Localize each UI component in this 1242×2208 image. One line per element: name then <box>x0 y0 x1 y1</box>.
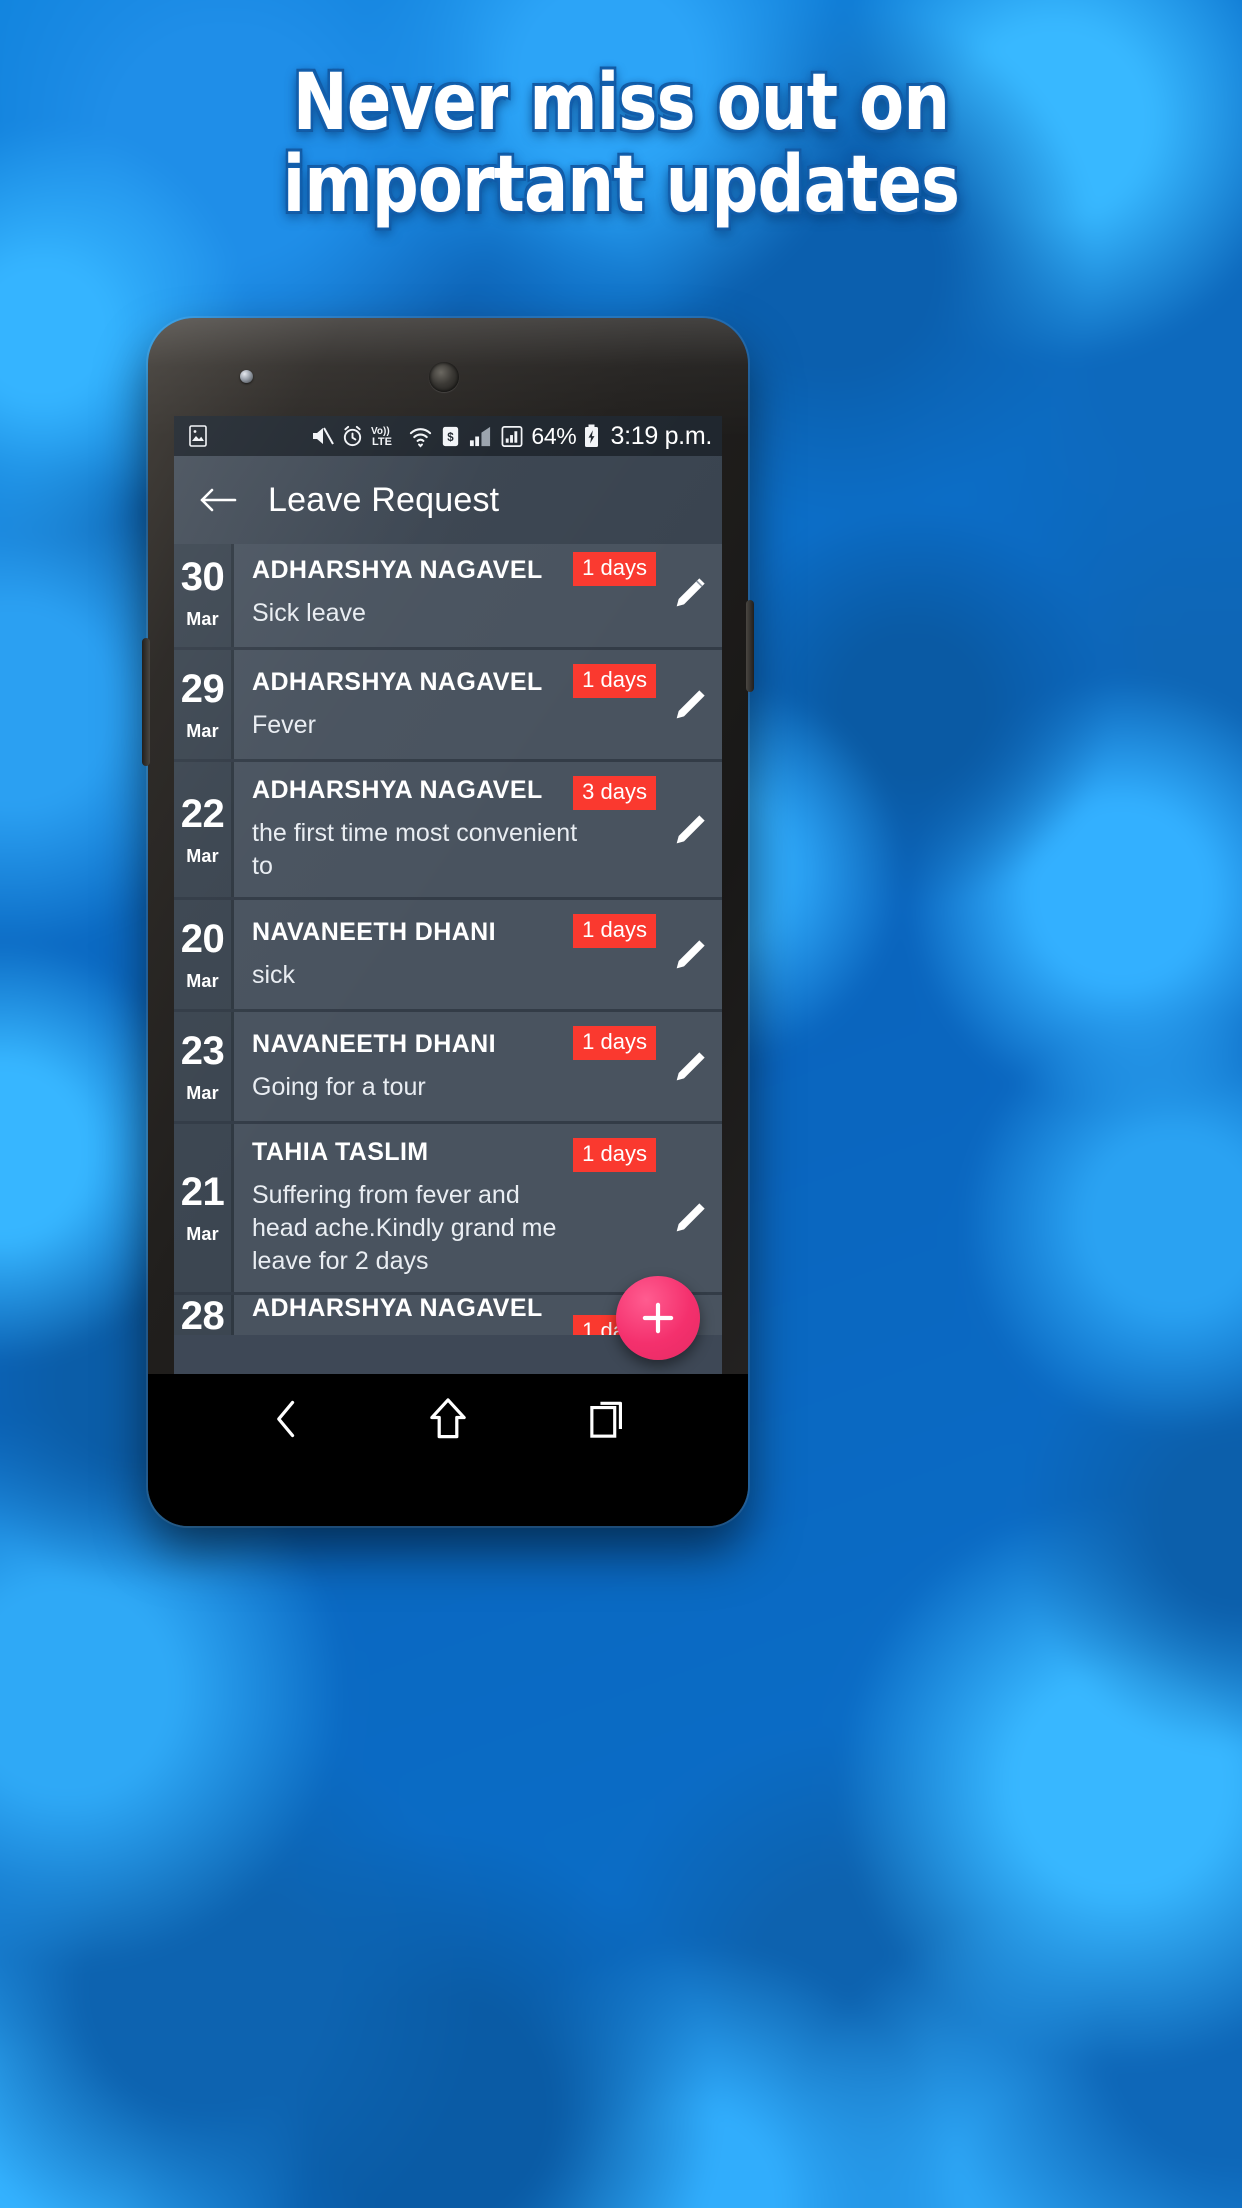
row-body: TAHIA TASLIM 1 days Suffering from fever… <box>234 1124 722 1292</box>
volume-button[interactable] <box>142 638 150 766</box>
leave-reason: Going for a tour <box>252 1072 426 1101</box>
row-day: 29 <box>180 666 225 711</box>
status-bar-notifications <box>186 424 210 448</box>
edit-pencil-icon[interactable] <box>670 573 710 613</box>
table-row[interactable]: 20 Mar NAVANEETH DHANI 1 days sick <box>174 900 722 1012</box>
row-body: ADHARSHYA NAGAVEL 1 days Sick leave <box>234 544 722 647</box>
table-row[interactable]: 30 Mar ADHARSHYA NAGAVEL 1 days Sick lea… <box>174 544 722 650</box>
back-nav-icon[interactable] <box>252 1384 322 1454</box>
leave-reason: Suffering from fever and head ache.Kindl… <box>252 1181 557 1275</box>
home-nav-icon[interactable] <box>413 1384 483 1454</box>
row-date: 21 Mar <box>174 1124 234 1292</box>
employee-name: ADHARSHYA NAGAVEL <box>252 776 543 804</box>
employee-name: TAHIA TASLIM <box>252 1138 429 1166</box>
row-day: 20 <box>180 916 225 961</box>
employee-name: ADHARSHYA NAGAVEL <box>252 1295 543 1322</box>
recents-nav-icon[interactable] <box>574 1384 644 1454</box>
status-badge: 1 days <box>573 914 656 948</box>
table-row[interactable]: 22 Mar ADHARSHYA NAGAVEL 3 days the firs… <box>174 762 722 900</box>
row-month: Mar <box>186 970 219 991</box>
edit-pencil-icon[interactable] <box>670 1047 710 1087</box>
volte-icon: Vo)) LTE <box>371 424 401 448</box>
promo-headline-line-1: Never miss out on <box>292 58 950 148</box>
wifi-icon <box>408 425 433 448</box>
back-arrow-icon[interactable] <box>196 478 240 522</box>
power-button[interactable] <box>746 600 754 692</box>
status-badge: 1 days <box>573 1138 656 1172</box>
edit-pencil-icon[interactable] <box>670 935 710 975</box>
promo-headline-line-2: important updates <box>282 140 960 230</box>
page-title: Leave Request <box>268 480 500 519</box>
row-month: Mar <box>186 1224 219 1244</box>
leave-reason: Sick leave <box>252 598 366 627</box>
leave-reason: Fever <box>252 710 316 739</box>
edit-pencil-icon[interactable] <box>670 810 710 850</box>
edit-pencil-icon[interactable] <box>670 1198 710 1238</box>
employee-name: NAVANEETH DHANI <box>252 917 496 946</box>
row-month: Mar <box>186 845 219 866</box>
front-camera-icon <box>429 362 459 392</box>
app-bar: Leave Request <box>174 456 722 544</box>
row-month: Mar <box>186 720 219 741</box>
status-bar-system-icons: Vo)) LTE $ 64% 3:19 p.m. <box>310 422 712 451</box>
status-badge: 1 days <box>573 1026 656 1060</box>
plus-icon <box>642 1302 674 1334</box>
phone-body: Vo)) LTE $ 64% 3:19 p.m. Leave Request 3… <box>148 318 748 1526</box>
row-date: 23 Mar <box>174 1012 234 1121</box>
svg-text:$: $ <box>448 431 455 443</box>
list-scroll-container[interactable]: Mar 30 Mar ADHARSHYA NAGAVEL <box>174 544 722 1335</box>
table-row[interactable]: 29 Mar ADHARSHYA NAGAVEL 1 days Fever <box>174 650 722 762</box>
svg-text:LTE: LTE <box>372 436 392 448</box>
table-row[interactable]: 23 Mar NAVANEETH DHANI 1 days Going for … <box>174 1012 722 1124</box>
row-date: 22 Mar <box>174 762 234 897</box>
row-body: NAVANEETH DHANI 1 days sick <box>234 900 722 1009</box>
mute-icon <box>310 425 335 447</box>
alarm-icon <box>341 425 364 448</box>
signal-2-icon <box>500 425 524 448</box>
proximity-sensor-icon <box>240 370 253 383</box>
phone-screen: Vo)) LTE $ 64% 3:19 p.m. Leave Request 3… <box>174 416 722 1374</box>
row-day: 23 <box>180 1028 225 1073</box>
battery-charging-icon <box>583 424 600 448</box>
battery-percent-label: 64% <box>531 422 577 449</box>
leave-reason: the first time most convenient to <box>252 819 578 880</box>
row-date: 30 Mar <box>174 544 234 647</box>
employee-name: ADHARSHYA NAGAVEL <box>252 667 543 696</box>
row-day: 22 <box>180 791 225 836</box>
employee-name: NAVANEETH DHANI <box>252 1029 496 1058</box>
row-date: 28 <box>174 1295 234 1335</box>
row-day: 21 <box>180 1170 225 1214</box>
promo-headline: Never miss out on important updates <box>0 62 1242 226</box>
table-row[interactable]: 21 Mar TAHIA TASLIM 1 days Suffering fro… <box>174 1124 722 1295</box>
status-badge: 1 days <box>573 552 656 586</box>
row-body: NAVANEETH DHANI 1 days Going for a tour <box>234 1012 722 1121</box>
add-leave-request-fab[interactable] <box>616 1276 700 1360</box>
row-date: 29 Mar <box>174 650 234 759</box>
status-badge: 3 days <box>573 776 656 810</box>
row-body: ADHARSHYA NAGAVEL 1 days Fever <box>234 650 722 759</box>
row-month: Mar <box>186 608 219 629</box>
row-month: Mar <box>186 1082 219 1103</box>
row-day: 28 <box>180 1295 225 1335</box>
leave-reason: sick <box>252 960 296 989</box>
sim-icon: $ <box>440 425 461 448</box>
status-bar: Vo)) LTE $ 64% 3:19 p.m. <box>174 416 722 456</box>
clock-label: 3:19 p.m. <box>610 421 712 450</box>
signal-1-icon <box>468 425 493 448</box>
edit-pencil-icon[interactable] <box>670 685 710 725</box>
employee-name: ADHARSHYA NAGAVEL <box>252 555 543 584</box>
phone-device-mockup: Vo)) LTE $ 64% 3:19 p.m. Leave Request 3… <box>142 318 754 1526</box>
android-navigation-bar <box>148 1374 748 1526</box>
picture-icon <box>186 424 210 448</box>
leave-request-list[interactable]: Mar 30 Mar ADHARSHYA NAGAVEL <box>174 544 722 1374</box>
row-body: ADHARSHYA NAGAVEL 3 days the first time … <box>234 762 722 897</box>
status-badge: 1 days <box>573 664 656 698</box>
row-day: 30 <box>180 554 225 599</box>
row-date: 20 Mar <box>174 900 234 1009</box>
